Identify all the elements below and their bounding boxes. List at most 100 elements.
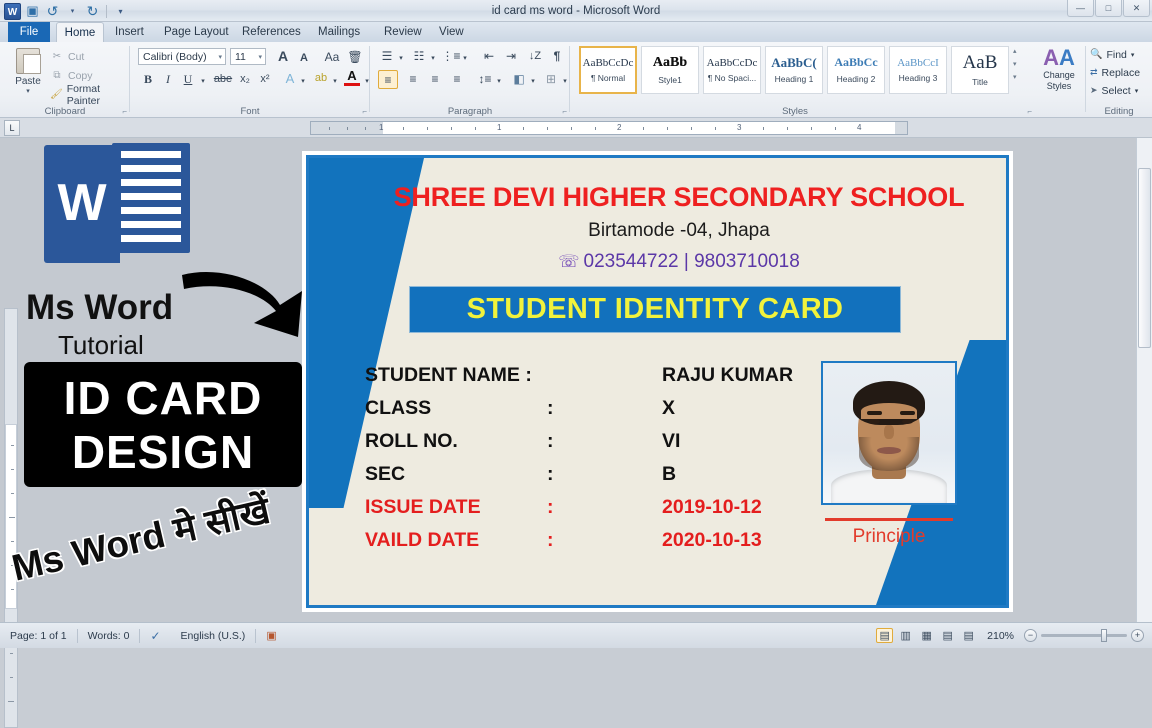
style-normal[interactable]: AaBbCcDc ¶ Normal: [579, 46, 637, 94]
strikethrough-button[interactable]: abe: [212, 70, 234, 88]
decrease-indent-icon[interactable]: ⇤: [480, 47, 498, 65]
shading-caret[interactable]: ▾: [528, 72, 538, 90]
multilevel-list-icon[interactable]: ⋮≡: [442, 47, 461, 65]
field-label: ROLL NO.: [365, 430, 458, 452]
field-row-sec: SEC : B: [365, 463, 865, 496]
font-size-combobox[interactable]: 11 ▾: [230, 48, 266, 65]
increase-indent-icon[interactable]: ⇥: [502, 47, 520, 65]
horizontal-ruler[interactable]: 1 1 2 3 4: [310, 121, 908, 135]
change-styles-button[interactable]: AA Change Styles: [1036, 46, 1082, 92]
find-caret[interactable]: ▾: [1131, 51, 1135, 59]
style-heading-2[interactable]: AaBbCc Heading 2: [827, 46, 885, 94]
paste-caret[interactable]: ▾: [26, 87, 30, 95]
tab-home[interactable]: Home: [56, 22, 104, 42]
numbering-icon[interactable]: ☷: [410, 47, 428, 65]
shading-icon[interactable]: ◧: [510, 70, 528, 88]
tab-references[interactable]: References: [233, 22, 310, 42]
bold-button[interactable]: B: [140, 70, 156, 88]
tab-file[interactable]: File: [8, 22, 50, 42]
style-no-spacing[interactable]: AaBbCcDc ¶ No Spaci...: [703, 46, 761, 94]
subscript-button[interactable]: x₂: [236, 70, 254, 88]
zoom-slider[interactable]: [1041, 629, 1127, 642]
font-color-icon[interactable]: A: [344, 68, 360, 86]
highlight-caret[interactable]: ▾: [330, 72, 340, 90]
view-draft[interactable]: ▤: [960, 628, 977, 643]
copy-button[interactable]: ⧉ Copy: [50, 67, 92, 84]
tab-view[interactable]: View: [430, 22, 473, 42]
grow-font-button[interactable]: A: [274, 47, 292, 65]
bullets-icon[interactable]: ☰: [378, 47, 396, 65]
tab-review[interactable]: Review: [375, 22, 431, 42]
style-style1[interactable]: AaBb Style1: [641, 46, 699, 94]
style-heading-3[interactable]: AaBbCcI Heading 3: [889, 46, 947, 94]
view-full-screen-reading[interactable]: ▥: [897, 628, 914, 643]
id-card[interactable]: SHREE DEVI HIGHER SECONDARY SCHOOL Birta…: [302, 151, 1013, 612]
clipboard-dialog-launcher[interactable]: ⌐: [122, 107, 127, 116]
multilevel-caret[interactable]: ▾: [460, 49, 470, 67]
style-title[interactable]: AaB Title: [951, 46, 1009, 94]
tab-stop-selector[interactable]: L: [4, 120, 20, 136]
macro-record-button[interactable]: ▣: [256, 629, 286, 642]
text-effects-icon[interactable]: A: [282, 69, 298, 87]
styles-scroll-up-icon[interactable]: ▴: [1013, 47, 1017, 55]
align-center-icon[interactable]: ≡: [404, 70, 422, 88]
zoom-in-button[interactable]: +: [1131, 629, 1144, 642]
line-spacing-caret[interactable]: ▾: [494, 72, 504, 90]
styles-gallery-scroll[interactable]: ▴ ▾ ▾: [1013, 47, 1017, 81]
font-size-caret[interactable]: ▾: [258, 53, 262, 61]
field-value: 2020-10-13: [662, 529, 762, 551]
format-painter-button[interactable]: 🖌 Format Painter: [50, 83, 130, 107]
document-area[interactable]: SHREE DEVI HIGHER SECONDARY SCHOOL Birta…: [0, 138, 1152, 728]
font-name-combobox[interactable]: Calibri (Body) ▾: [138, 48, 226, 65]
scrollbar-thumb[interactable]: [1138, 168, 1151, 348]
close-button[interactable]: ✕: [1123, 0, 1150, 17]
font-dialog-launcher[interactable]: ⌐: [362, 107, 367, 116]
word-count[interactable]: Words: 0: [78, 630, 140, 642]
page-indicator[interactable]: Page: 1 of 1: [0, 630, 77, 642]
styles-scroll-down-icon[interactable]: ▾: [1013, 60, 1017, 68]
view-web-layout[interactable]: ▦: [918, 628, 935, 643]
superscript-button[interactable]: x²: [256, 70, 274, 88]
sort-icon[interactable]: ↓Z: [526, 47, 544, 65]
tab-mailings[interactable]: Mailings: [309, 22, 369, 42]
change-case-button[interactable]: Aa: [320, 48, 344, 66]
paragraph-dialog-launcher[interactable]: ⌐: [562, 107, 567, 116]
style-heading-1[interactable]: AaBbC( Heading 1: [765, 46, 823, 94]
font-name-caret[interactable]: ▾: [218, 53, 222, 61]
minimize-button[interactable]: —: [1067, 0, 1094, 17]
select-caret[interactable]: ▾: [1135, 87, 1139, 95]
highlight-color-icon[interactable]: ab: [312, 69, 330, 87]
select-button[interactable]: ➤ Select ▾: [1090, 82, 1138, 99]
zoom-out-button[interactable]: −: [1024, 629, 1037, 642]
line-spacing-icon[interactable]: ↕≡: [476, 70, 494, 88]
borders-icon[interactable]: ⊞: [542, 70, 560, 88]
justify-icon[interactable]: ≡: [448, 70, 466, 88]
vertical-scrollbar-left[interactable]: [4, 308, 18, 728]
vertical-scrollbar[interactable]: [1136, 138, 1152, 622]
text-effects-caret[interactable]: ▾: [298, 72, 308, 90]
align-left-icon[interactable]: ≡: [378, 70, 398, 89]
clear-formatting-icon[interactable]: 🗑: [346, 48, 364, 66]
tab-insert[interactable]: Insert: [106, 22, 153, 42]
view-outline[interactable]: ▤: [939, 628, 956, 643]
proofing-status[interactable]: ✓: [140, 629, 170, 643]
bullets-caret[interactable]: ▾: [396, 49, 406, 67]
view-print-layout[interactable]: ▤: [876, 628, 894, 643]
cut-button[interactable]: ✂ Cut: [50, 48, 85, 65]
underline-button[interactable]: U: [180, 70, 196, 88]
align-right-icon[interactable]: ≡: [426, 70, 444, 88]
zoom-slider-thumb[interactable]: [1101, 629, 1107, 642]
styles-more-icon[interactable]: ▾: [1013, 73, 1017, 81]
underline-caret[interactable]: ▾: [198, 72, 208, 90]
italic-button[interactable]: I: [160, 70, 176, 88]
shrink-font-button[interactable]: A: [296, 49, 312, 67]
show-paragraph-marks-icon[interactable]: ¶: [550, 47, 564, 65]
tab-page-layout[interactable]: Page Layout: [155, 22, 238, 42]
find-button[interactable]: 🔍 Find ▾: [1090, 46, 1134, 63]
replace-button[interactable]: ⇄ Replace: [1090, 64, 1140, 81]
language-indicator[interactable]: English (U.S.): [171, 630, 256, 642]
paste-button[interactable]: Paste ▾: [8, 46, 48, 104]
zoom-level[interactable]: 210%: [981, 630, 1020, 642]
maximize-button[interactable]: □: [1095, 0, 1122, 17]
numbering-caret[interactable]: ▾: [428, 49, 438, 67]
